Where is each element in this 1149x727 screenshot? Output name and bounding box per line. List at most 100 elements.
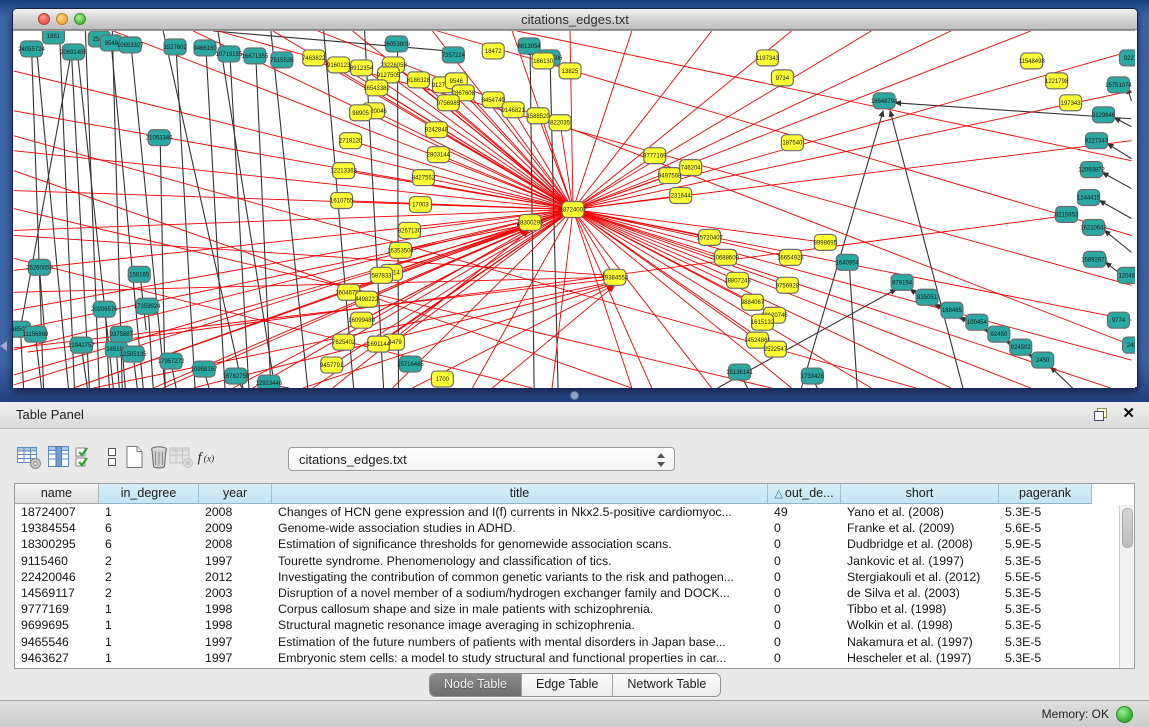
network-node[interactable]: 7357224 bbox=[442, 47, 466, 63]
cell-year[interactable]: 1997 bbox=[199, 553, 272, 569]
network-node[interactable]: 1615132 bbox=[751, 314, 775, 330]
tab-node-table[interactable]: Node Table bbox=[430, 674, 522, 696]
network-node[interactable]: 1588520 bbox=[526, 108, 550, 124]
table-row[interactable]: 969969511998Structural magnetic resonanc… bbox=[15, 617, 1134, 633]
network-node[interactable]: 16543382 bbox=[363, 80, 390, 96]
network-node[interactable]: 8267130 bbox=[398, 222, 422, 238]
network-node[interactable]: 15136141 bbox=[726, 364, 753, 380]
cell-title[interactable]: Disruption of a novel member of a sodium… bbox=[272, 585, 768, 601]
table-row[interactable]: 1456911722003Disruption of a novel membe… bbox=[15, 585, 1134, 601]
cell-out_de[interactable]: 0 bbox=[768, 617, 841, 633]
network-node[interactable]: 98905 bbox=[350, 105, 372, 121]
network-node[interactable]: 17359924 bbox=[134, 298, 161, 314]
network-node[interactable]: 9756928 bbox=[776, 277, 800, 293]
network-node[interactable]: 16053809 bbox=[383, 36, 410, 52]
network-node[interactable]: 18472 bbox=[482, 43, 504, 59]
cell-name[interactable]: 9777169 bbox=[15, 601, 99, 617]
cell-in_degree[interactable]: 1 bbox=[99, 650, 199, 666]
column-header-pagerank[interactable]: pagerank bbox=[999, 484, 1092, 504]
network-node[interactable]: 9774 bbox=[1108, 312, 1130, 328]
network-node[interactable]: 12923446 bbox=[256, 375, 283, 388]
network-node[interactable]: 935051 bbox=[916, 289, 938, 305]
network-node[interactable]: 9497568 bbox=[658, 168, 682, 184]
network-node[interactable]: 12093872 bbox=[1078, 162, 1105, 178]
network-node[interactable]: 92450 bbox=[988, 326, 1010, 342]
network-node[interactable]: 924502 bbox=[1010, 339, 1032, 355]
network-node[interactable]: 20691406 bbox=[60, 44, 87, 60]
network-node[interactable]: 2450 bbox=[1032, 352, 1054, 368]
cell-title[interactable]: Embryonic stem cells: a model to study s… bbox=[272, 650, 768, 666]
tab-network-table[interactable]: Network Table bbox=[613, 674, 720, 696]
network-node[interactable]: 2718120 bbox=[339, 133, 363, 149]
network-node[interactable]: 18807243 bbox=[724, 272, 751, 288]
network-node[interactable]: 24055724 bbox=[18, 41, 45, 57]
network-node[interactable]: 17003 bbox=[409, 197, 431, 213]
cell-title[interactable]: Estimation of the future numbers of pati… bbox=[272, 634, 768, 650]
cell-year[interactable]: 2012 bbox=[199, 569, 272, 585]
network-node[interactable]: 1733426 bbox=[801, 368, 825, 384]
network-node[interactable]: 9146821 bbox=[502, 102, 526, 118]
cell-out_de[interactable]: 49 bbox=[768, 504, 841, 520]
network-node[interactable]: 879194 bbox=[891, 274, 913, 290]
network-node[interactable]: 9375887 bbox=[110, 326, 134, 342]
cell-out_de[interactable]: 0 bbox=[768, 601, 841, 617]
network-node[interactable]: 822035 bbox=[549, 115, 571, 131]
cell-name[interactable]: 19384554 bbox=[15, 520, 99, 536]
cell-short[interactable]: Stergiakouli et al. (2012) bbox=[841, 569, 999, 585]
cell-short[interactable]: Dudbridge et al. (2008) bbox=[841, 536, 999, 552]
new-column-icon[interactable] bbox=[120, 444, 148, 472]
column-header-in_degree[interactable]: in_degree bbox=[99, 484, 199, 504]
network-node[interactable]: 9734 bbox=[771, 70, 793, 86]
network-node[interactable]: 187540 bbox=[781, 135, 803, 151]
table-row[interactable]: 911546021997Tourette syndrome. Phenomeno… bbox=[15, 553, 1134, 569]
table-scrollbar[interactable] bbox=[1119, 505, 1133, 669]
network-node[interactable]: 16782759 bbox=[223, 368, 250, 384]
table-scrollbar-thumb[interactable] bbox=[1122, 508, 1133, 548]
network-node[interactable]: 8427552 bbox=[412, 170, 436, 186]
network-node[interactable]: 16099489 bbox=[348, 312, 375, 328]
network-node[interactable]: 17957272 bbox=[158, 353, 185, 369]
network-node[interactable]: 11548498 bbox=[1019, 53, 1046, 69]
cell-out_de[interactable]: 0 bbox=[768, 553, 841, 569]
cell-in_degree[interactable]: 1 bbox=[99, 504, 199, 520]
cell-name[interactable]: 22420046 bbox=[15, 569, 99, 585]
network-window-titlebar[interactable]: citations_edges.txt bbox=[13, 9, 1137, 30]
network-node[interactable]: 1244415 bbox=[1077, 190, 1101, 206]
cell-in_degree[interactable]: 1 bbox=[99, 634, 199, 650]
network-node[interactable]: 2522547 bbox=[764, 341, 788, 357]
column-header-short[interactable]: short bbox=[841, 484, 999, 504]
network-node[interactable]: 16671355 bbox=[242, 48, 269, 64]
network-node[interactable]: 1691144 bbox=[367, 336, 390, 352]
network-node[interactable]: 10719155 bbox=[216, 46, 243, 62]
float-panel-icon[interactable] bbox=[1094, 408, 1107, 421]
table-row[interactable]: 2242004622012Investigating the contribut… bbox=[15, 569, 1134, 585]
cell-title[interactable]: Corpus callosum shape and size in male p… bbox=[272, 601, 768, 617]
network-node[interactable]: 10958167 bbox=[191, 361, 218, 377]
cell-pagerank[interactable]: 5.3E-5 bbox=[999, 553, 1092, 569]
cell-pagerank[interactable]: 5.5E-5 bbox=[999, 569, 1092, 585]
splitter-handle[interactable] bbox=[570, 391, 579, 400]
network-node[interactable]: 9227 bbox=[1119, 50, 1135, 66]
cell-short[interactable]: Yano et al. (2008) bbox=[841, 504, 999, 520]
network-node[interactable]: 1861 bbox=[42, 31, 64, 44]
panel-collapse-arrow-icon[interactable] bbox=[0, 341, 7, 351]
network-node[interactable]: 10653327 bbox=[117, 37, 144, 53]
column-header-title[interactable]: title bbox=[272, 484, 768, 504]
table-row[interactable]: 946554611997Estimation of the future num… bbox=[15, 634, 1134, 650]
network-node[interactable]: 25260050 bbox=[26, 259, 53, 275]
cell-in_degree[interactable]: 2 bbox=[99, 569, 199, 585]
table-row[interactable]: 1872400712008Changes of HCN gene express… bbox=[15, 504, 1134, 520]
cell-pagerank[interactable]: 5.3E-5 bbox=[999, 601, 1092, 617]
column-header-name[interactable]: name bbox=[15, 484, 99, 504]
network-node[interactable]: 19384554 bbox=[602, 269, 629, 285]
network-node[interactable]: 15720407 bbox=[696, 229, 723, 245]
table-row[interactable]: 946362711997Embryonic stem cells: a mode… bbox=[15, 650, 1134, 666]
network-view[interactable]: 2405572420691406186125469546106533271527… bbox=[13, 31, 1135, 388]
network-node[interactable]: 20206576 bbox=[91, 301, 118, 317]
network-window[interactable]: citations_edges.txt 24055724 206914061861… bbox=[12, 8, 1138, 388]
cell-year[interactable]: 1998 bbox=[199, 617, 272, 633]
network-node[interactable]: 15892971 bbox=[1081, 251, 1108, 267]
cell-out_de[interactable]: 0 bbox=[768, 634, 841, 650]
cell-pagerank[interactable]: 5.3E-5 bbox=[999, 617, 1092, 633]
function-builder-icon[interactable]: f(x) bbox=[194, 444, 222, 472]
